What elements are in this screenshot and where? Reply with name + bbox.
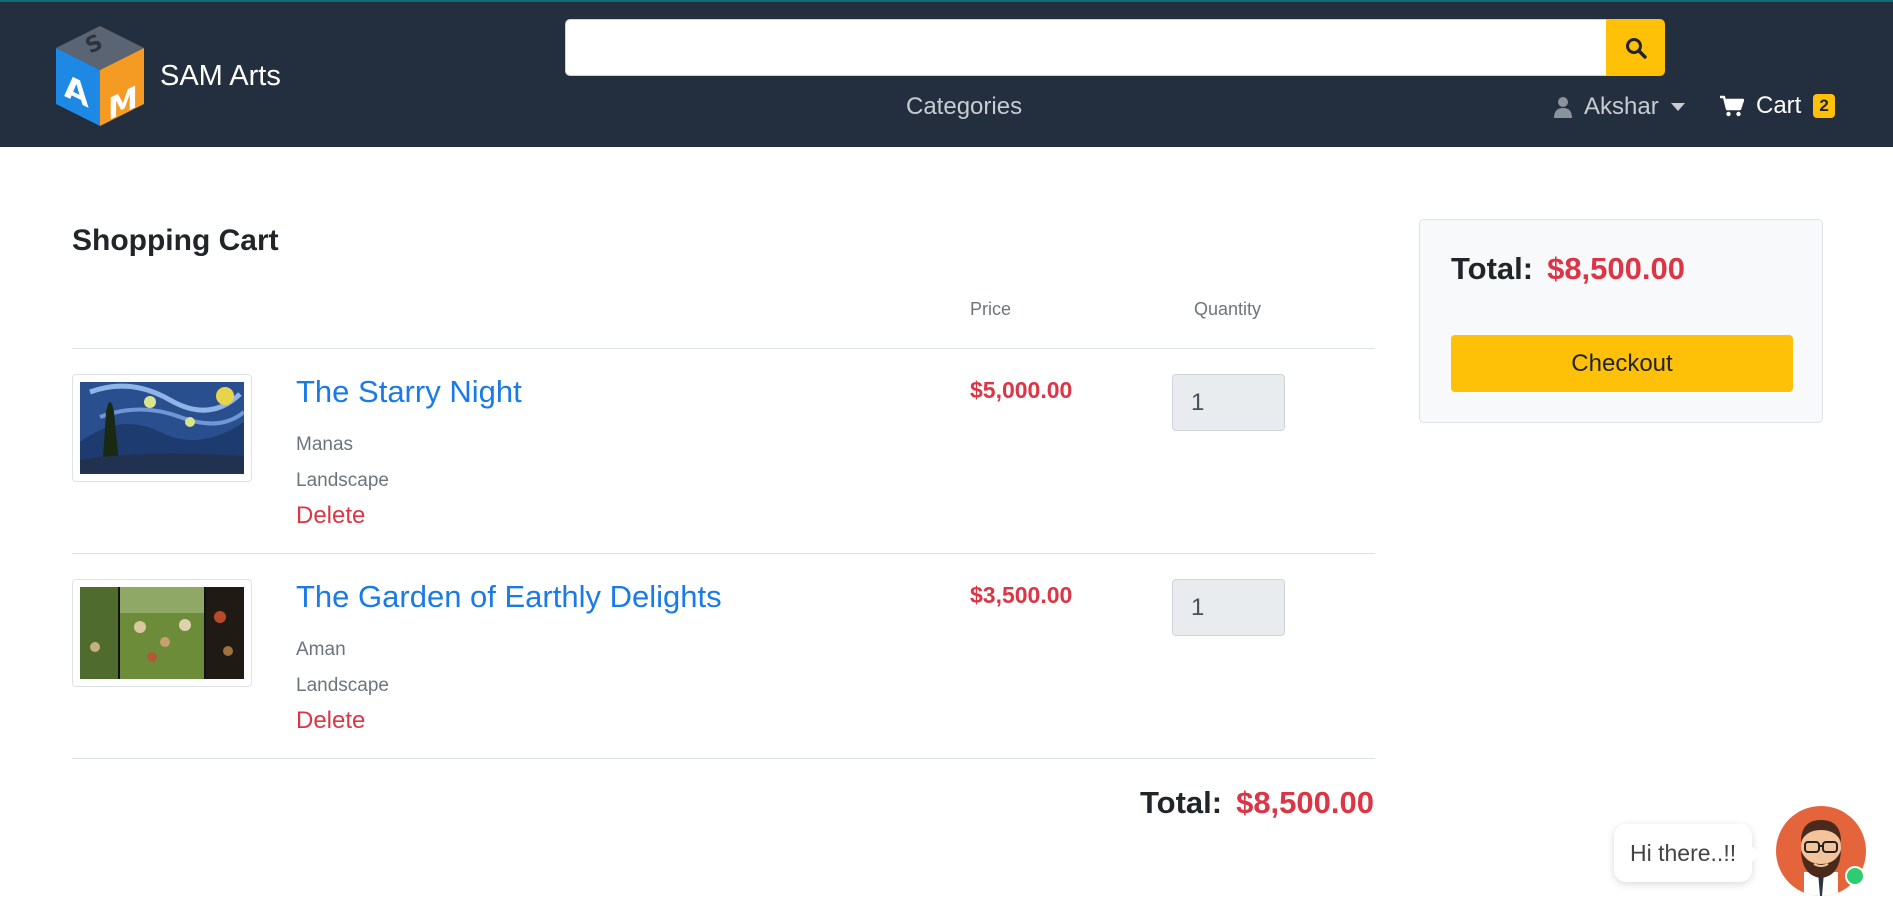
divider	[72, 348, 1375, 349]
cart-count-badge: 2	[1813, 94, 1835, 118]
quantity-column-header: Quantity	[1194, 299, 1262, 319]
cart-total: Total: $8,500.00	[1140, 785, 1374, 821]
garden-delights-image	[80, 587, 244, 679]
brand-name: SAM Arts	[160, 59, 281, 92]
item-thumbnail[interactable]	[72, 374, 252, 482]
item-category: Landscape	[296, 675, 389, 696]
checkout-button[interactable]: Checkout	[1451, 335, 1793, 392]
summary-total: Total: $8,500.00	[1451, 251, 1685, 287]
item-price: $3,500.00	[970, 582, 1073, 608]
user-icon	[1554, 97, 1572, 118]
quantity-input[interactable]	[1172, 579, 1285, 636]
cart-icon	[1720, 95, 1744, 117]
search-button[interactable]	[1606, 19, 1665, 76]
brand-link[interactable]: S A M SAM Arts	[52, 24, 281, 128]
item-price: $5,000.00	[970, 377, 1073, 403]
user-name: Akshar	[1584, 93, 1659, 120]
divider	[72, 758, 1375, 759]
cart-item: The Starry Night Manas Landscape Delete …	[72, 374, 1375, 578]
total-amount: $8,500.00	[1236, 785, 1374, 820]
starry-night-image	[80, 382, 244, 474]
item-artist: Aman	[296, 639, 346, 660]
search-icon	[1625, 37, 1647, 59]
delete-item-button[interactable]: Delete	[296, 707, 365, 735]
divider	[72, 553, 1375, 554]
price-column-header: Price	[970, 299, 1012, 319]
online-status-indicator	[1845, 866, 1865, 886]
item-artist: Manas	[296, 434, 354, 455]
search-bar	[565, 19, 1665, 76]
chevron-down-icon	[1670, 103, 1685, 111]
item-category: Landscape	[296, 470, 389, 491]
navbar: S A M SAM Arts Categories Akshar Cart 2	[0, 0, 1893, 147]
total-label: Total:	[1140, 785, 1223, 820]
cart-item: The Garden of Earthly Delights Aman Land…	[72, 579, 1375, 783]
item-title-link[interactable]: The Garden of Earthly Delights	[296, 579, 722, 615]
delete-item-button[interactable]: Delete	[296, 502, 365, 530]
item-thumbnail[interactable]	[72, 579, 252, 687]
cart-label: Cart	[1756, 92, 1802, 119]
sam-cube-logo: S A M	[52, 24, 148, 128]
quantity-input[interactable]	[1172, 374, 1285, 431]
search-input[interactable]	[565, 19, 1606, 76]
summary-total-label: Total:	[1451, 251, 1534, 286]
nav-categories[interactable]: Categories	[906, 93, 1022, 121]
order-summary-card: Total: $8,500.00 Checkout	[1419, 219, 1823, 423]
user-dropdown[interactable]: Akshar	[1554, 93, 1685, 121]
chat-greeting-bubble[interactable]: Hi there..!!	[1614, 824, 1762, 882]
page-title: Shopping Cart	[72, 224, 279, 257]
summary-total-amount: $8,500.00	[1547, 251, 1685, 286]
item-title-link[interactable]: The Starry Night	[296, 374, 522, 410]
cart-link[interactable]: Cart 2	[1720, 92, 1835, 120]
